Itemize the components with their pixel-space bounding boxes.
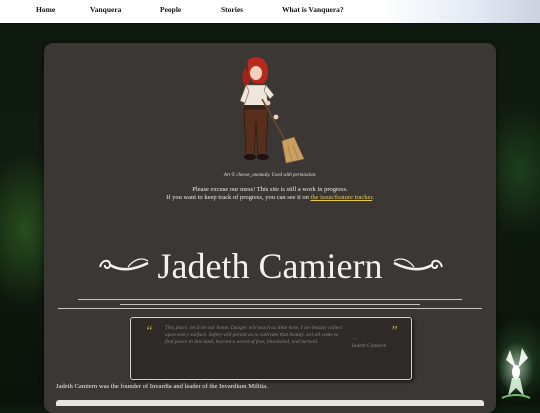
notice-line-2: If you want to keep track of progress, y… xyxy=(0,194,540,201)
nav-people-link[interactable]: People xyxy=(160,5,181,14)
next-section-box xyxy=(56,400,484,406)
quote-text: This place, let it be our home. Danger w… xyxy=(165,325,343,345)
nav-stories-link[interactable]: Stories xyxy=(221,5,243,14)
nav-vanquera-link[interactable]: Vanquera xyxy=(90,5,121,14)
glowing-sprite-decoration xyxy=(498,342,534,399)
top-nav: Home Vanquera People Stories What is Van… xyxy=(0,0,540,23)
art-credit-caption: Art © cheese_anomaly. Used with permissi… xyxy=(223,173,317,178)
nav-glow-decoration xyxy=(380,0,540,23)
nav-home-link[interactable]: Home xyxy=(36,5,55,14)
divider-rule-top xyxy=(78,299,462,300)
notice-line-2-text: If you want to keep track of progress, y… xyxy=(166,194,311,201)
divider-rule-bottom xyxy=(58,308,482,309)
close-quote-mark: ” xyxy=(390,324,398,339)
quote-box: “ This place, let it be our home. Danger… xyxy=(130,317,412,380)
open-quote-mark: “ xyxy=(145,324,153,339)
right-flourish-ornament xyxy=(393,258,443,271)
divider-rule-middle xyxy=(120,304,420,305)
issue-tracker-link[interactable]: the issue/feature tracker xyxy=(311,194,373,201)
page-title: Jadeth Camiern xyxy=(157,246,383,286)
intro-paragraph: Jadeth Camiern was the founder of Invard… xyxy=(56,383,268,390)
notice-line-2-end: . xyxy=(372,194,374,201)
quote-attribution: Jadeth Camiern xyxy=(351,343,387,349)
nav-what-is-vanquera-link[interactable]: What is Vanquera? xyxy=(282,5,344,14)
character-illustration xyxy=(239,57,305,164)
quote-dash: — xyxy=(351,336,357,342)
notice-line-1: Please excuse our mess! This site is sti… xyxy=(192,186,348,193)
